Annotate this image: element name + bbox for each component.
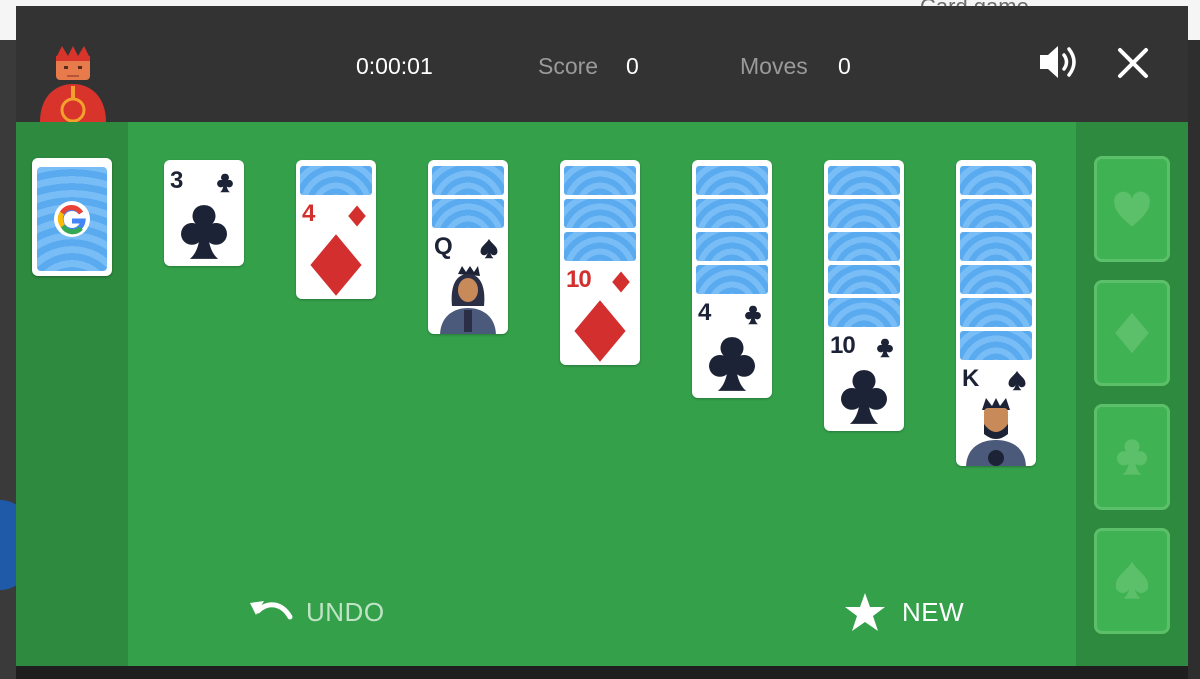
face-down-card <box>960 166 1032 195</box>
face-down-card <box>432 199 504 228</box>
new-label: NEW <box>902 596 965 627</box>
face-down-card <box>960 265 1032 294</box>
new-game-button[interactable]: NEW <box>844 592 964 632</box>
card-rank: 10 <box>830 332 856 359</box>
face-down-card <box>300 166 372 195</box>
face-down-card <box>696 166 768 195</box>
game-board: 3 4 Q 10 4 10 K UNDO NEW <box>16 122 1188 666</box>
face-down-card <box>696 199 768 228</box>
solitaire-game: 0:00:01 Score 0 Moves 0 3 4 Q 10 4 10 K … <box>16 6 1188 666</box>
undo-arrow-icon <box>250 601 293 620</box>
moves-value: 0 <box>838 53 851 79</box>
card-rank: 4 <box>698 299 711 326</box>
card-rank: 3 <box>170 167 183 194</box>
clubs-suit-icon <box>841 370 887 424</box>
card-rank: 10 <box>566 266 592 293</box>
foundation-clubs[interactable] <box>1094 404 1170 510</box>
tableau-column-3[interactable]: Q <box>428 160 508 334</box>
face-down-card <box>960 331 1032 360</box>
king-avatar-icon <box>40 46 106 122</box>
tableau-column-4[interactable]: 10 <box>560 160 640 365</box>
face-down-card <box>828 199 900 228</box>
score-value: 0 <box>626 53 639 79</box>
tableau-column-5[interactable]: 4 <box>692 160 772 398</box>
diamonds-suit-icon <box>310 234 362 296</box>
spades-suit-icon <box>1115 561 1149 599</box>
card-rank: Q <box>434 233 453 260</box>
spades-suit-icon <box>480 238 498 259</box>
face-down-card <box>696 232 768 261</box>
clubs-suit-icon <box>745 305 761 325</box>
score-label: Score <box>538 53 599 79</box>
face-down-card <box>696 265 768 294</box>
face-down-card <box>960 199 1032 228</box>
face-down-card <box>564 199 636 228</box>
hearts-suit-icon <box>1114 191 1150 227</box>
clubs-suit-icon <box>1116 439 1148 475</box>
stock-pile[interactable] <box>32 158 112 276</box>
face-down-card <box>960 298 1032 327</box>
tableau-column-6[interactable]: 10 <box>824 160 904 431</box>
face-down-card <box>564 166 636 195</box>
tableau-column-1[interactable]: 3 <box>164 160 244 266</box>
close-icon[interactable] <box>1116 46 1150 80</box>
undo-button[interactable]: UNDO <box>248 592 385 632</box>
tableau-column-7[interactable]: K <box>956 160 1036 466</box>
diamonds-suit-icon <box>348 205 366 227</box>
clubs-suit-icon <box>217 173 233 193</box>
face-down-card <box>828 232 900 261</box>
face-down-card <box>828 298 900 327</box>
foundation-hearts[interactable] <box>1094 156 1170 262</box>
diamonds-suit-icon <box>612 271 630 293</box>
card-rank: 4 <box>302 200 315 227</box>
card-rank: K <box>962 365 979 392</box>
speaker-volume-icon[interactable] <box>1038 42 1082 82</box>
face-down-card <box>828 166 900 195</box>
diamonds-suit-icon <box>1115 312 1149 354</box>
face-down-card <box>432 166 504 195</box>
star-icon <box>845 593 885 631</box>
undo-label: UNDO <box>306 596 385 627</box>
timer: 0:00:01 <box>356 53 433 79</box>
tableau-column-2[interactable]: 4 <box>296 160 376 299</box>
spades-suit-icon <box>1008 370 1026 391</box>
clubs-suit-icon <box>709 337 755 391</box>
face-down-card <box>960 232 1032 261</box>
card-back <box>37 167 107 271</box>
diamonds-suit-icon <box>574 300 626 362</box>
clubs-suit-icon <box>877 338 893 358</box>
background-strip-right <box>1188 40 1200 679</box>
foundation-spades[interactable] <box>1094 528 1170 634</box>
face-down-card <box>564 232 636 261</box>
foundation-diamonds[interactable] <box>1094 280 1170 386</box>
game-header: 0:00:01 Score 0 Moves 0 <box>16 6 1188 122</box>
queen-figure-icon <box>440 266 496 334</box>
king-figure-icon <box>966 398 1026 466</box>
clubs-suit-icon <box>181 205 227 259</box>
face-down-card <box>828 265 900 294</box>
google-logo-icon <box>54 201 90 237</box>
moves-label: Moves <box>740 53 808 79</box>
